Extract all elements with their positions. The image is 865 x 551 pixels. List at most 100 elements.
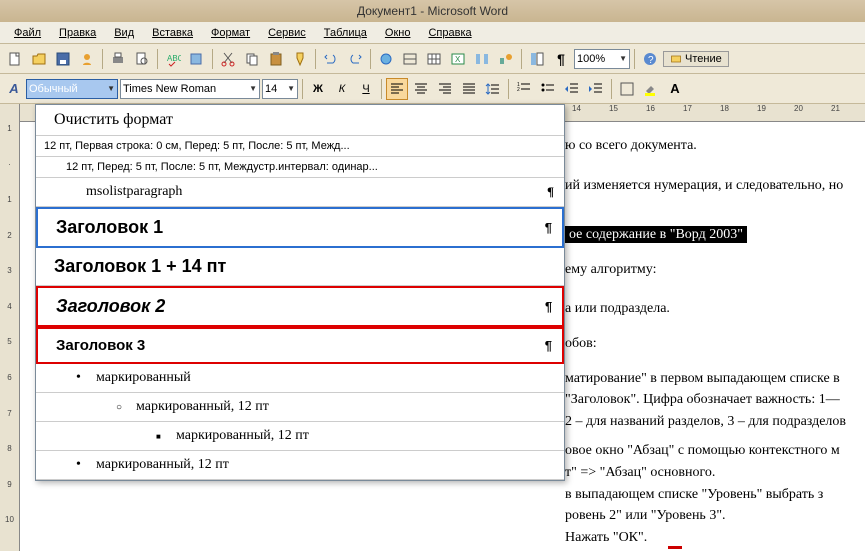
borders-button[interactable] xyxy=(616,78,638,100)
doc-line: а или подраздела. xyxy=(565,299,865,319)
doc-line: ему алгоритму: xyxy=(565,260,865,280)
separator xyxy=(508,79,509,99)
doc-line: 2 – для названий разделов, 3 – для подра… xyxy=(565,412,865,432)
style-bullet[interactable]: маркированный xyxy=(36,364,564,393)
doc-line: обов: xyxy=(565,334,865,354)
insert-table-icon[interactable] xyxy=(423,48,445,70)
doc-line: овое окно "Абзац" с помощью контекстного… xyxy=(565,441,865,461)
style-heading1[interactable]: Заголовок 1¶ xyxy=(36,207,564,248)
align-justify-button[interactable] xyxy=(458,78,480,100)
title-bar: Документ1 - Microsoft Word xyxy=(0,0,865,22)
svg-text:X: X xyxy=(455,55,461,64)
separator xyxy=(521,49,522,69)
doc-highlight: ое содержание в "Ворд 2003" xyxy=(565,226,747,243)
doc-line: в выпадающем списке "Уровень" выбрать з xyxy=(565,485,865,505)
help-icon[interactable]: ? xyxy=(639,48,661,70)
drawing-icon[interactable] xyxy=(495,48,517,70)
research-icon[interactable] xyxy=(186,48,208,70)
format-painter-icon[interactable] xyxy=(289,48,311,70)
separator xyxy=(212,49,213,69)
bold-button[interactable]: Ж xyxy=(307,78,329,100)
increase-indent-button[interactable] xyxy=(585,78,607,100)
reading-mode-button[interactable]: Чтение xyxy=(663,51,729,67)
print-icon[interactable] xyxy=(107,48,129,70)
menu-edit[interactable]: Правка xyxy=(51,25,104,41)
menu-insert[interactable]: Вставка xyxy=(144,25,201,41)
show-pilcrow-icon[interactable]: ¶ xyxy=(550,48,572,70)
separator xyxy=(102,49,103,69)
italic-button[interactable]: К xyxy=(331,78,353,100)
style-bullet-12[interactable]: маркированный, 12 пт xyxy=(36,451,564,480)
menu-format[interactable]: Формат xyxy=(203,25,258,41)
new-doc-icon[interactable] xyxy=(4,48,26,70)
paste-icon[interactable] xyxy=(265,48,287,70)
copy-icon[interactable] xyxy=(241,48,263,70)
standard-toolbar: ABC X ¶ 100%▼ ? Чтение xyxy=(0,44,865,74)
preview-icon[interactable] xyxy=(131,48,153,70)
formatting-toolbar: A Обычный▼ Times New Roman▼ 14▼ Ж К Ч 12… xyxy=(0,74,865,104)
open-icon[interactable] xyxy=(28,48,50,70)
line-spacing-button[interactable] xyxy=(482,78,504,100)
highlight-button[interactable] xyxy=(640,78,662,100)
menu-view[interactable]: Вид xyxy=(106,25,142,41)
vertical-ruler: 1·12345678910 xyxy=(0,104,20,551)
permissions-icon[interactable] xyxy=(76,48,98,70)
workspace: 1·12345678910 ·1234567891011121314151617… xyxy=(0,104,865,551)
menu-window[interactable]: Окно xyxy=(377,25,419,41)
doc-map-icon[interactable] xyxy=(526,48,548,70)
menu-bar: Файл Правка Вид Вставка Формат Сервис Та… xyxy=(0,22,865,44)
doc-line: матирование" в первом выпадающем списке … xyxy=(565,369,865,389)
font-color-button[interactable]: A xyxy=(664,78,686,100)
separator xyxy=(381,79,382,99)
menu-help[interactable]: Справка xyxy=(420,25,479,41)
doc-line: Нажать "ОК". xyxy=(565,528,865,548)
separator xyxy=(611,79,612,99)
svg-text:2: 2 xyxy=(517,87,520,93)
style-bullet-12[interactable]: маркированный, 12 пт xyxy=(36,422,564,451)
underline-button[interactable]: Ч xyxy=(355,78,377,100)
doc-line: т" => "Абзац" основного. xyxy=(565,463,865,483)
clear-format-item[interactable]: Очистить формат xyxy=(36,105,564,136)
cut-icon[interactable] xyxy=(217,48,239,70)
decrease-indent-button[interactable] xyxy=(561,78,583,100)
svg-text:?: ? xyxy=(648,55,654,66)
redo-icon[interactable] xyxy=(344,48,366,70)
separator xyxy=(157,49,158,69)
numbered-list-button[interactable]: 12 xyxy=(513,78,535,100)
size-combo[interactable]: 14▼ xyxy=(262,79,298,99)
align-center-button[interactable] xyxy=(410,78,432,100)
styles-pane-icon[interactable]: A xyxy=(4,81,24,96)
style-bullet-12[interactable]: маркированный, 12 пт xyxy=(36,393,564,422)
document-body[interactable]: ю со всего документа. ий изменяется нуме… xyxy=(565,104,865,549)
style-heading1-14[interactable]: Заголовок 1 + 14 пт xyxy=(36,248,564,286)
svg-text:ABC: ABC xyxy=(167,54,181,63)
save-icon[interactable] xyxy=(52,48,74,70)
tables-borders-icon[interactable] xyxy=(399,48,421,70)
menu-tools[interactable]: Сервис xyxy=(260,25,314,41)
style-item[interactable]: 12 пт, Первая строка: 0 см, Перед: 5 пт,… xyxy=(36,136,564,157)
columns-icon[interactable] xyxy=(471,48,493,70)
doc-line: ровень 2" или "Уровень 3". xyxy=(565,506,865,526)
menu-file[interactable]: Файл xyxy=(6,25,49,41)
doc-line: ий изменяется нумерация, и следовательно… xyxy=(565,176,865,196)
excel-icon[interactable]: X xyxy=(447,48,469,70)
align-left-button[interactable] xyxy=(386,78,408,100)
style-item-msolist[interactable]: msolistparagraph¶ xyxy=(36,178,564,207)
style-combo[interactable]: Обычный▼ xyxy=(26,79,118,99)
separator xyxy=(634,49,635,69)
menu-table[interactable]: Таблица xyxy=(316,25,375,41)
hyperlink-icon[interactable] xyxy=(375,48,397,70)
style-item[interactable]: 12 пт, Перед: 5 пт, После: 5 пт, Междуст… xyxy=(36,157,564,178)
style-heading3[interactable]: Заголовок 3¶ xyxy=(36,327,564,364)
doc-line: ю со всего документа. xyxy=(565,136,865,156)
font-combo[interactable]: Times New Roman▼ xyxy=(120,79,260,99)
align-right-button[interactable] xyxy=(434,78,456,100)
undo-icon[interactable] xyxy=(320,48,342,70)
style-heading2[interactable]: Заголовок 2¶ xyxy=(36,286,564,327)
zoom-combo[interactable]: 100%▼ xyxy=(574,49,630,69)
bullet-list-button[interactable] xyxy=(537,78,559,100)
style-dropdown: Очистить формат 12 пт, Первая строка: 0 … xyxy=(35,104,565,481)
spellcheck-icon[interactable]: ABC xyxy=(162,48,184,70)
separator xyxy=(315,49,316,69)
doc-line: "Заголовок". Цифра обозначает важность: … xyxy=(565,390,865,410)
